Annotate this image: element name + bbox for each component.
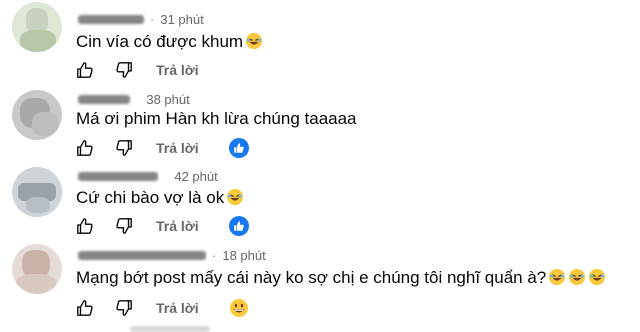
comment-time[interactable]: 31 phút	[160, 12, 203, 27]
dislike-icon[interactable]	[113, 297, 135, 319]
reply-button[interactable]: Trả lời	[156, 300, 199, 316]
rofl-emoji-icon	[245, 32, 263, 56]
comment-meta: · 18 phút	[78, 247, 266, 263]
dislike-icon[interactable]	[113, 137, 135, 159]
dislike-icon[interactable]	[113, 215, 135, 237]
separator-dot: ·	[212, 247, 217, 263]
like-icon[interactable]	[74, 215, 96, 237]
author-name-blurred[interactable]	[78, 171, 158, 181]
rofl-emoji-icon	[548, 268, 566, 292]
author-name-blurred[interactable]	[78, 94, 130, 104]
comment-actions: Trả lời	[74, 137, 249, 159]
dislike-icon[interactable]	[113, 59, 135, 81]
reply-button[interactable]: Trả lời	[156, 140, 199, 156]
comment-meta: · 38 phút	[78, 91, 190, 107]
reply-button[interactable]: Trả lời	[156, 62, 199, 78]
grin-reaction-icon[interactable]	[229, 298, 249, 318]
comment-actions: Trả lời	[74, 215, 249, 237]
rofl-emoji-icon	[588, 268, 606, 292]
like-reaction-icon[interactable]	[228, 138, 249, 158]
reply-button[interactable]: Trả lời	[156, 218, 199, 234]
comment-time[interactable]: 42 phút	[174, 169, 217, 184]
comment-actions: Trả lời	[74, 297, 249, 319]
comment-text-content: Má ơi phim Hàn kh lừa chúng taaaaa	[76, 109, 357, 128]
comment-meta: · 31 phút	[78, 11, 204, 27]
comment-text: Mạng bớt post mấy cái này ko sợ chị e ch…	[76, 267, 606, 292]
comment-text: Má ơi phim Hàn kh lừa chúng taaaaa	[76, 108, 357, 130]
author-name-blurred[interactable]	[78, 250, 206, 260]
like-icon[interactable]	[74, 59, 96, 81]
comment-text: Cứ chi bào vợ là ok	[76, 187, 244, 212]
comment-actions: Trả lời	[74, 59, 199, 81]
separator-dot: ·	[150, 11, 155, 27]
avatar[interactable]	[12, 2, 62, 52]
avatar[interactable]	[12, 244, 62, 294]
author-name-blurred[interactable]	[78, 14, 144, 24]
next-comment-peek	[130, 326, 210, 332]
like-icon[interactable]	[74, 297, 96, 319]
comment-time[interactable]: 38 phút	[146, 92, 189, 107]
comment-text-content: Cứ chi bào vợ là ok	[76, 188, 225, 207]
avatar[interactable]	[12, 90, 62, 140]
comment-text: Cin vía có được khum	[76, 31, 263, 56]
comment-text-content: Cin vía có được khum	[76, 32, 244, 51]
comment-time[interactable]: 18 phút	[222, 248, 265, 263]
rofl-emoji-icon	[226, 188, 244, 212]
like-icon[interactable]	[74, 137, 96, 159]
comment-meta: · 42 phút	[78, 168, 218, 184]
like-reaction-icon[interactable]	[228, 216, 249, 236]
comment-text-content: Mạng bớt post mấy cái này ko sợ chị e ch…	[76, 268, 547, 287]
rofl-emoji-icon	[568, 268, 586, 292]
avatar[interactable]	[12, 167, 62, 217]
